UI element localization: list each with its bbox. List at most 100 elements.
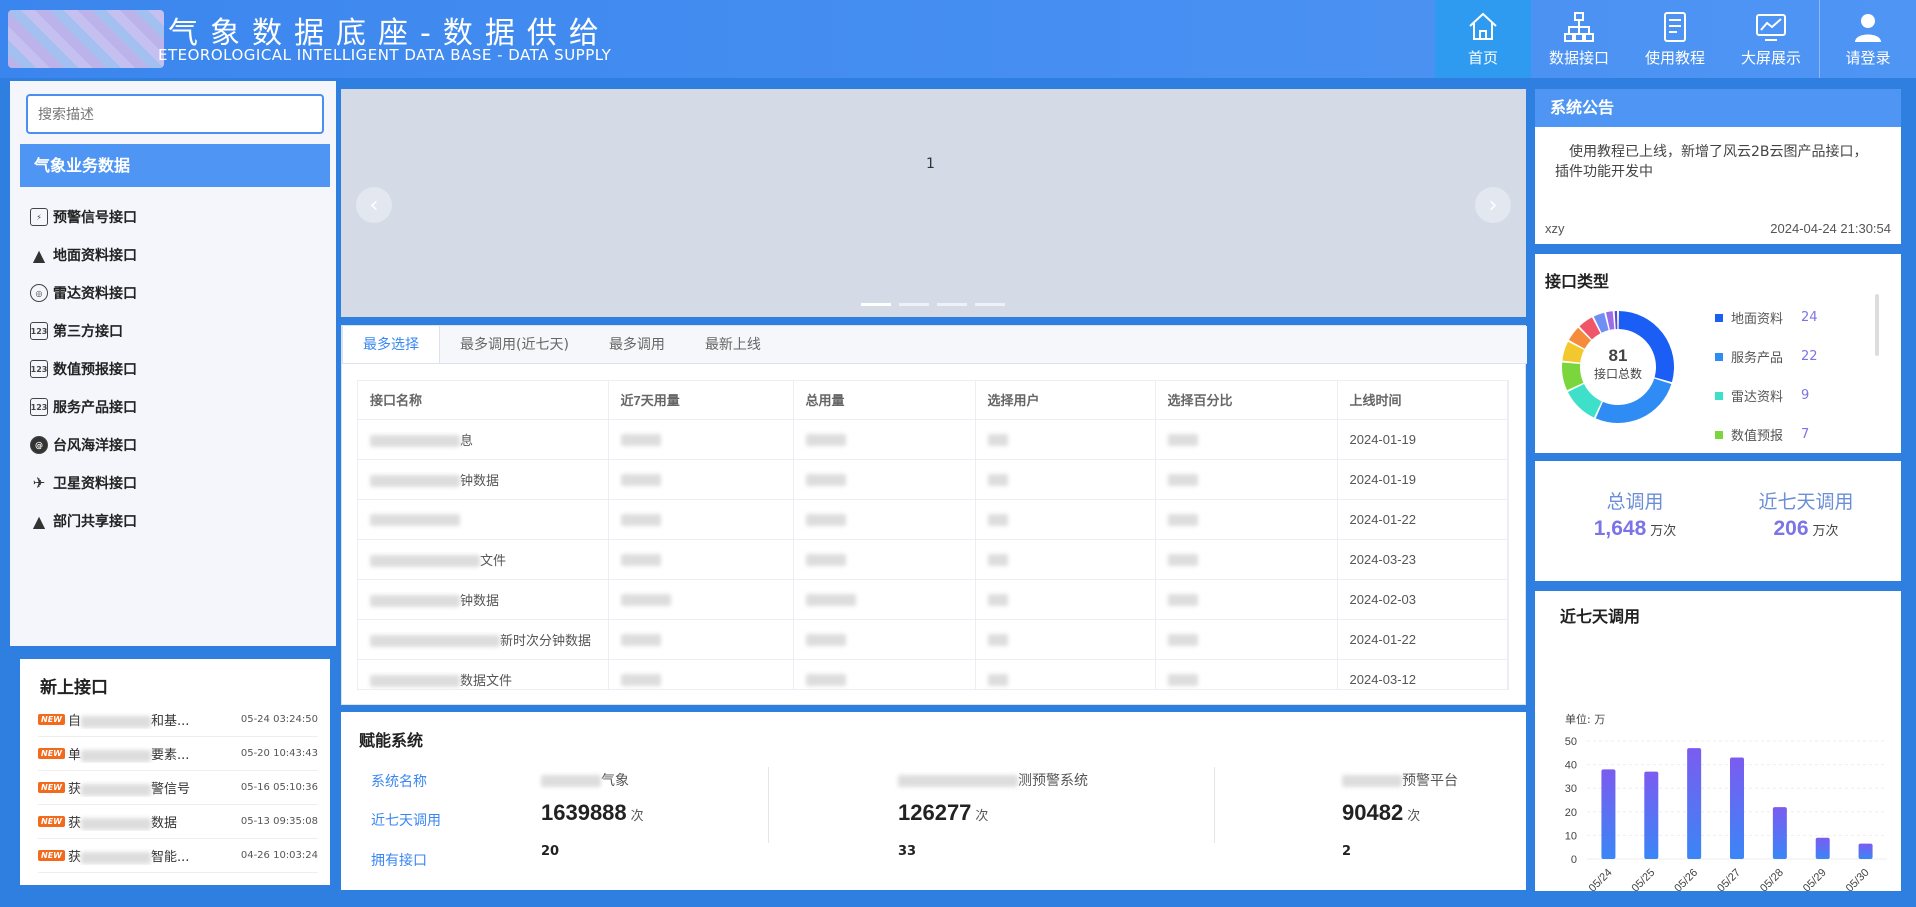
blurred-text	[370, 555, 480, 568]
search-input[interactable]	[26, 94, 324, 134]
legend-value: 9	[1801, 388, 1810, 403]
table-row[interactable]: 新时次分钟数据 2024-01-22	[358, 619, 1508, 660]
sidebar-item-numerical[interactable]: 123 数值预报接口	[30, 350, 320, 388]
carousel-dot[interactable]	[899, 303, 929, 306]
legend-item[interactable]: 雷达资料 9	[1715, 376, 1880, 415]
tab-most-called-week[interactable]: 最多调用(近七天)	[440, 326, 589, 363]
bar[interactable]	[1687, 748, 1702, 859]
bar[interactable]	[1858, 843, 1873, 859]
nav-login[interactable]: 请登录	[1820, 0, 1916, 78]
notice-author: xzy	[1545, 221, 1565, 236]
carousel-dot[interactable]	[861, 303, 891, 306]
list-item[interactable]: NEW 获 数据 05-13 09:35:08	[38, 805, 318, 839]
nav-home[interactable]: 首页	[1435, 0, 1531, 78]
cell-online-date: 2024-01-22	[1337, 619, 1508, 660]
table-row[interactable]: 数据文件 2024-03-12	[358, 659, 1508, 689]
list-item-name: 获 智能...	[68, 846, 241, 865]
bar[interactable]	[1644, 771, 1659, 859]
cell-users	[975, 579, 1156, 620]
table-row[interactable]: 2024-01-22	[358, 499, 1508, 540]
list-item[interactable]: NEW 自 和基... 05-24 03:24:50	[38, 703, 318, 737]
tab-newest[interactable]: 最新上线	[685, 326, 781, 363]
legend-value: 7	[1801, 427, 1810, 442]
list-item-suffix: 数据	[151, 816, 178, 831]
legend-swatch	[1715, 430, 1723, 439]
blurred-text	[1167, 514, 1198, 527]
table-row[interactable]: 文件 2024-03-23	[358, 539, 1508, 580]
carousel-dot[interactable]	[937, 303, 967, 306]
chart-screen-icon	[1756, 14, 1786, 41]
list-item[interactable]: NEW 获 智能... 04-26 10:03:24	[38, 839, 318, 873]
system-calls: 126277 次	[898, 800, 1298, 826]
sidebar-item-shared[interactable]: ▲ 部门共享接口	[30, 502, 320, 540]
page-subtitle: ETEOROLOGICAL INTELLIGENT DATA BASE - DA…	[158, 46, 612, 64]
system-name: 测预警系统	[898, 770, 1298, 800]
legend-item[interactable]: 地面资料 24	[1715, 298, 1880, 337]
col-online-date: 上线时间	[1337, 381, 1508, 420]
tab-most-called[interactable]: 最多调用	[589, 326, 685, 363]
sidebar-item-label: 台风海洋接口	[53, 438, 137, 454]
system-column[interactable]: 气象 1639888 次 20	[541, 770, 941, 859]
cell-name-suffix: 数据文件	[460, 672, 513, 688]
interface-types-donut: 81 接口总数	[1562, 311, 1674, 423]
notice-title: 系统公告	[1535, 89, 1901, 127]
bar[interactable]	[1815, 837, 1830, 859]
system-name-suffix: 预警平台	[1402, 773, 1458, 789]
blurred-text	[370, 635, 500, 648]
list-item[interactable]: NEW 获 警信号 05-16 05:10:36	[38, 771, 318, 805]
nav-data-interface[interactable]: 数据接口	[1531, 0, 1627, 78]
donut-segment[interactable]	[1614, 311, 1618, 330]
list-item-name: 获 警信号	[68, 778, 241, 797]
sidebar-item-surface[interactable]: ▲ 地面资料接口	[30, 236, 320, 274]
blurred-text	[620, 554, 661, 567]
legend-name: 服务产品	[1731, 351, 1784, 366]
carousel-next-button[interactable]: ›	[1475, 187, 1511, 223]
blurred-text	[805, 514, 846, 527]
typhoon-icon: @	[30, 436, 48, 454]
carousel-dot[interactable]	[975, 303, 1005, 306]
sidebar-item-service[interactable]: 123 服务产品接口	[30, 388, 320, 426]
cell-users	[975, 419, 1156, 460]
tab-most-selected[interactable]: 最多选择	[342, 326, 440, 363]
sidebar-item-satellite[interactable]: ✈ 卫星资料接口	[30, 464, 320, 502]
carousel-prev-button[interactable]: ‹	[356, 187, 392, 223]
col-percent: 选择百分比	[1155, 381, 1338, 420]
nav-tutorial[interactable]: 使用教程	[1627, 0, 1723, 78]
api-123-icon: 123	[30, 322, 48, 340]
legend-item[interactable]: 服务产品 22	[1715, 337, 1880, 376]
nav-tutorial-label: 使用教程	[1644, 49, 1705, 67]
nav-big-screen[interactable]: 大屏展示	[1723, 0, 1819, 78]
total-calls-value: 1,648	[1593, 517, 1647, 540]
system-column[interactable]: 测预警系统 126277 次 33	[898, 770, 1298, 859]
category-title[interactable]: 气象业务数据	[20, 144, 330, 187]
donut-segment[interactable]	[1567, 383, 1602, 418]
table-row[interactable]: 钟数据 2024-01-19	[358, 459, 1508, 500]
table-row[interactable]: 钟数据 2024-02-03	[358, 579, 1508, 620]
cell-total-usage	[793, 579, 976, 620]
x-tick-label: 05/24	[1587, 867, 1615, 891]
table-row[interactable]: 息 2024-01-19	[358, 419, 1508, 460]
bar[interactable]	[1730, 757, 1744, 859]
blurred-text	[987, 434, 1008, 447]
cell-name: 钟数据	[358, 579, 609, 620]
list-item-name: 单 要素...	[68, 744, 241, 763]
bar[interactable]	[1772, 807, 1787, 859]
sidebar-item-third-party[interactable]: 123 第三方接口	[30, 312, 320, 350]
legend-name: 地面资料	[1731, 312, 1784, 327]
cell-name: 息	[358, 419, 609, 460]
interface-types-title: 接口类型	[1545, 272, 1610, 291]
top-nav: 首页 数据接口 使用教程 大屏展示 请登录	[1435, 0, 1916, 78]
col-total-usage: 总用量	[793, 381, 976, 420]
sidebar-item-typhoon[interactable]: @ 台风海洋接口	[30, 426, 320, 464]
blurred-text	[81, 749, 151, 762]
bar[interactable]	[1601, 769, 1616, 859]
cell-total-usage	[793, 419, 976, 460]
sidebar-item-radar[interactable]: ◎ 雷达资料接口	[30, 274, 320, 312]
list-item[interactable]: NEW 单 要素... 05-20 10:43:43	[38, 737, 318, 771]
sidebar-item-warning[interactable]: ⚡ 预警信号接口	[30, 198, 320, 236]
donut-segment[interactable]	[1595, 378, 1672, 423]
system-calls: 1639888 次	[541, 800, 941, 826]
legend-item[interactable]: 数值预报 7	[1715, 415, 1880, 454]
legend-scrollbar[interactable]	[1875, 294, 1879, 356]
label-system-name: 系统名称	[371, 774, 427, 790]
